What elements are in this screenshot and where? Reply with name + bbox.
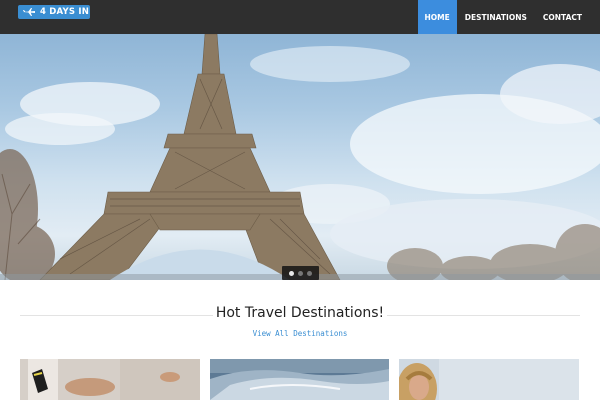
nav-home[interactable]: HOME [417,0,457,34]
destination-card-1[interactable] [20,359,200,400]
woman-in-sneakers-image [20,359,200,400]
eiffel-tower-image [0,34,600,280]
main-nav: HOME DESTINATIONS CONTACT [417,0,600,34]
view-all-destinations-link[interactable]: View All Destinations [0,329,600,338]
destination-card-3[interactable] [399,359,579,400]
slider-pagination [282,266,319,280]
slider-dot-1[interactable] [289,270,294,276]
slider-dot-3[interactable] [307,270,312,276]
section-title: Hot Travel Destinations! [215,305,385,321]
hero-slider[interactable] [0,34,600,280]
nav-destinations[interactable]: DESTINATIONS [458,0,534,34]
slider-dot-2[interactable] [298,270,303,276]
ocean-wave-image [210,359,389,400]
airplane-icon [23,8,35,16]
destination-card-2[interactable] [210,359,389,400]
logo-text: 4 DAYS IN [40,7,90,17]
nav-contact[interactable]: CONTACT [534,0,600,34]
blonde-woman-image [399,359,579,400]
site-logo[interactable]: 4 DAYS IN [18,5,90,19]
top-navbar: 4 DAYS IN HOME DESTINATIONS CONTACT [0,0,600,34]
